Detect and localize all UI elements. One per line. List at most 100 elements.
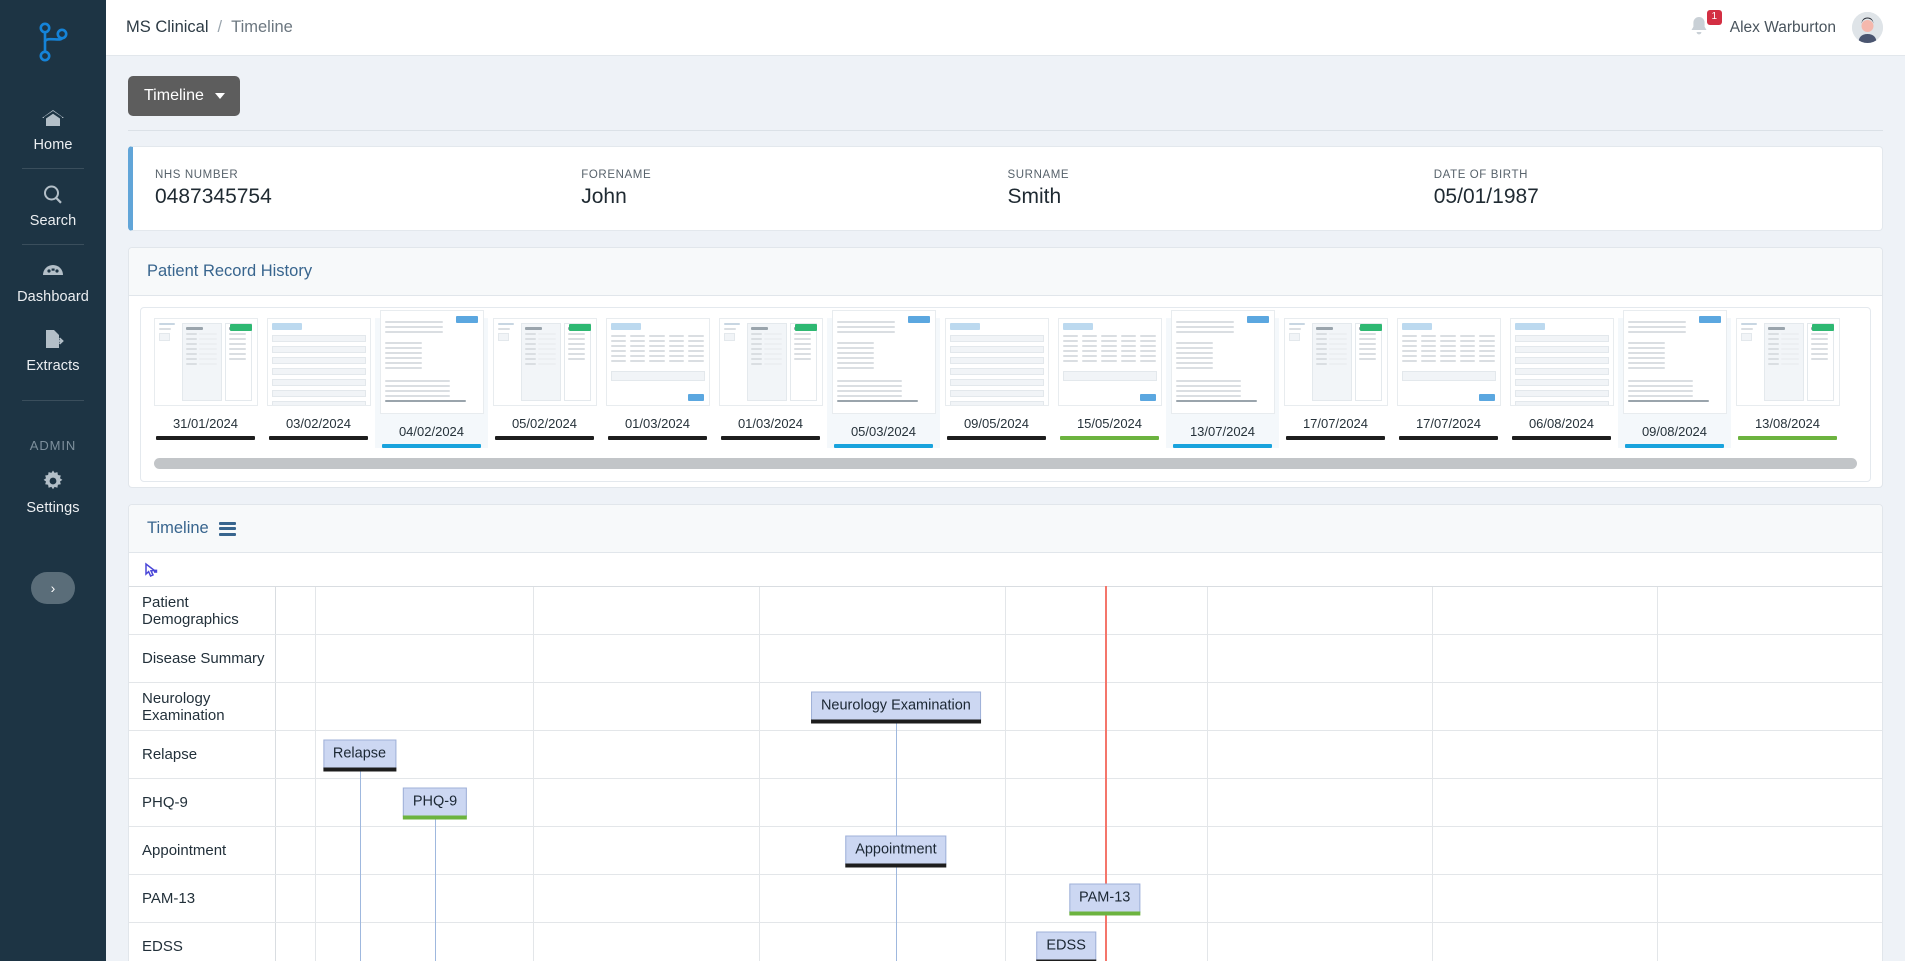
chevron-right-icon: › [50,580,56,596]
view-selector-button[interactable]: Timeline [128,76,240,116]
record-thumbnail-date: 04/02/2024 [398,424,465,439]
patient-field-forename: FORENAME John [581,169,1007,209]
patient-field-label: NHS NUMBER [155,168,239,181]
thumbnails-scrollbar-thumb[interactable] [154,458,1857,469]
hamburger-menu-icon[interactable] [218,521,236,536]
timeline-column-line [532,827,534,874]
record-thumbnail-image[interactable] [153,318,258,406]
record-thumbnail-image[interactable] [266,318,371,406]
timeline-column-line [759,875,761,922]
record-thumbnail-image[interactable] [831,310,936,414]
record-thumbnail[interactable]: 01/03/2024 [601,318,714,448]
record-thumbnail[interactable]: 01/03/2024 [714,318,827,448]
record-thumbnail-image[interactable] [1735,318,1840,406]
timeline-column-line [1432,587,1434,634]
timeline-row-track[interactable] [276,587,1882,634]
pointer-cursor-icon [129,553,1882,586]
avatar[interactable] [1852,12,1883,43]
thumbnail-preview [1172,311,1274,413]
timeline-row-track[interactable] [276,731,1882,778]
timeline-event[interactable]: PHQ-9 [402,787,468,820]
gear-icon [0,470,106,496]
notifications-button[interactable]: 1 [1688,9,1722,41]
git-branch-logo-icon[interactable] [25,14,81,70]
topbar: MS Clinical / Timeline 1 Alex Warburton [106,0,1905,56]
record-thumbnail[interactable]: 09/08/2024 [1618,310,1731,448]
record-thumbnail-image[interactable] [1509,318,1614,406]
timeline-column-line [1207,731,1209,778]
timeline-row-label: Patient Demographics [129,587,276,634]
thumbnails-scrollbar[interactable] [141,448,1870,481]
thumbnail-preview [833,311,935,413]
thumbnail-preview [268,319,370,405]
record-thumbnail-image[interactable] [605,318,710,406]
thumbnail-preview [946,319,1048,405]
breadcrumb: MS Clinical / Timeline [126,18,293,37]
toolbar-divider [128,130,1883,131]
timeline-event-type-bar [402,815,468,820]
record-thumbnail-type-bar [1399,436,1498,440]
record-thumbnail-type-bar [608,436,707,440]
timeline-row-track[interactable] [276,683,1882,730]
record-thumbnail[interactable]: 03/02/2024 [262,318,375,448]
record-thumbnail-image[interactable] [1057,318,1162,406]
timeline-event[interactable]: Appointment [845,835,947,868]
record-thumbnail-image[interactable] [1396,318,1501,406]
record-thumbnail-image[interactable] [718,318,823,406]
timeline-row-track[interactable] [276,827,1882,874]
timeline-event-label: PAM-13 [1079,889,1131,906]
timeline-event-label: EDSS [1046,937,1086,954]
record-thumbnail-image[interactable] [1622,310,1727,414]
record-thumbnail[interactable]: 13/07/2024 [1166,310,1279,448]
record-thumbnail[interactable]: 15/05/2024 [1053,318,1166,448]
record-thumbnail-image[interactable] [492,318,597,406]
timeline-column-line [759,683,761,730]
record-thumbnail-type-bar [1738,436,1837,440]
record-thumbnail[interactable]: 13/08/2024 [1731,318,1844,448]
record-thumbnail[interactable]: 05/03/2024 [827,310,940,448]
timeline-column-line [1432,635,1434,682]
patient-field-nhs-number: NHS NUMBER 0487345754 [155,169,581,209]
record-thumbnail-image[interactable] [1283,318,1388,406]
record-thumbnail[interactable]: 17/07/2024 [1392,318,1505,448]
thumbnail-strip[interactable]: 31/01/2024 03/02/2024 04/02/2024 05/02/2024… [141,310,1870,448]
sidebar-expand-button[interactable]: › [31,572,75,604]
timeline-column-line [1207,827,1209,874]
record-thumbnail[interactable]: 04/02/2024 [375,310,488,448]
sidebar-item-settings[interactable]: Settings [0,459,106,528]
record-thumbnail-image[interactable] [379,310,484,414]
timeline-column-line [1005,683,1007,730]
thumbnail-preview [1398,319,1500,405]
record-thumbnail[interactable]: 17/07/2024 [1279,318,1392,448]
sidebar-item-dashboard[interactable]: Dashboard [0,248,106,317]
record-thumbnail-type-bar [1286,436,1385,440]
timeline-row-label: Relapse [129,731,276,778]
timeline-event[interactable]: PAM-13 [1069,883,1141,916]
breadcrumb-root[interactable]: MS Clinical [126,18,209,37]
timeline-row-track[interactable] [276,635,1882,682]
timeline-column-line [1207,683,1209,730]
timeline-grid[interactable]: Patient Demographics Disease Summary Neuro… [129,586,1882,961]
thumbnails-area: 31/01/2024 03/02/2024 04/02/2024 05/02/2024… [129,296,1882,487]
timeline-column-line [532,779,534,826]
record-thumbnail[interactable]: 09/05/2024 [940,318,1053,448]
timeline-column-line [759,923,761,961]
toolbar: Timeline [128,56,1883,130]
timeline-event[interactable]: Neurology Examination [810,691,981,724]
timeline-event[interactable]: Relapse [322,739,397,772]
sidebar-item-search[interactable]: Search [0,172,106,241]
sidebar-item-extracts[interactable]: Extracts [0,317,106,386]
timeline-column-line [1657,779,1659,826]
record-thumbnail[interactable]: 31/01/2024 [149,318,262,448]
timeline-row-track[interactable] [276,779,1882,826]
thumbnail-preview [1285,319,1387,405]
record-thumbnail-image[interactable] [1170,310,1275,414]
record-thumbnail[interactable]: 05/02/2024 [488,318,601,448]
record-thumbnail-image[interactable] [944,318,1049,406]
sidebar-item-dashboard-label: Dashboard [17,289,89,305]
record-thumbnail[interactable]: 06/08/2024 [1505,318,1618,448]
sidebar-item-home[interactable]: Home [0,96,106,165]
thumbnail-preview [494,319,596,405]
timeline-event[interactable]: EDSS [1036,931,1096,961]
timeline-row: PHQ-9 [129,778,1882,826]
